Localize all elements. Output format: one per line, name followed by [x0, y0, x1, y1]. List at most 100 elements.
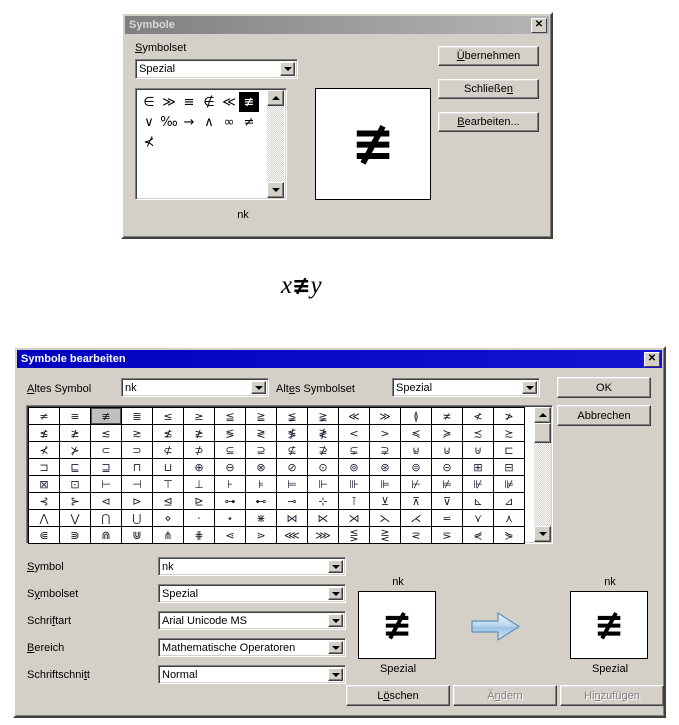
charmap-cell[interactable]: ≱ [60, 425, 90, 441]
charmap-cell[interactable]: ⊔ [153, 459, 183, 475]
symbol-list-cell[interactable]: ≡ [179, 92, 199, 112]
dialog1-titlebar[interactable]: Symbole ✕ [125, 16, 549, 34]
charmap-cell[interactable]: ≢ [91, 408, 121, 424]
scroll-down-button[interactable] [534, 526, 551, 542]
charmap-cell[interactable]: ≤ [153, 408, 183, 424]
charmap-cell[interactable]: ⊤ [153, 476, 183, 492]
charmap-cell[interactable]: ⊐ [29, 459, 59, 475]
charmap-cell[interactable]: ⊡ [60, 476, 90, 492]
charmap-cell[interactable]: ⊷ [246, 493, 276, 509]
charmap-cell[interactable]: ⋞ [463, 527, 493, 543]
scroll-thumb[interactable] [534, 423, 551, 443]
charmap-cell[interactable]: ≽ [432, 425, 462, 441]
charmap-cell[interactable]: ⋔ [153, 527, 183, 543]
charmap-cell[interactable]: ⊃ [122, 442, 152, 458]
charmap-cell[interactable]: ⊖ [215, 459, 245, 475]
chevron-down-icon[interactable] [280, 62, 295, 76]
charmap-cell[interactable]: ⋍ [432, 510, 462, 526]
charmap-cell[interactable]: ≴ [153, 425, 183, 441]
charmap-cell[interactable]: ⊄ [153, 442, 183, 458]
charmap-cell[interactable]: ⊎ [463, 442, 493, 458]
charmap-cell[interactable]: ⋃ [122, 510, 152, 526]
charmap-cell[interactable]: ⋊ [339, 510, 369, 526]
charmap-cell[interactable]: ⋂ [91, 510, 121, 526]
charmap-cell[interactable]: ≡ [60, 408, 90, 424]
chevron-down-icon[interactable] [328, 668, 343, 681]
charmap-cell[interactable]: ⋑ [60, 527, 90, 543]
charmap-cell[interactable]: ≳ [122, 425, 152, 441]
charmap-cell[interactable]: ⊠ [29, 476, 59, 492]
charmap-cell[interactable]: ⊀ [29, 442, 59, 458]
charmap-cell[interactable]: ⋁ [60, 510, 90, 526]
chevron-down-icon[interactable] [328, 587, 343, 600]
charmap-cell[interactable]: ≠ [29, 408, 59, 424]
charmap-scrollbar[interactable] [534, 407, 551, 542]
symbol-list-cell[interactable]: ⊀ [139, 132, 159, 152]
bereich-combo[interactable]: Mathematische Operatoren [158, 638, 346, 657]
charmap-cell[interactable]: ≪ [339, 408, 369, 424]
charmap-box[interactable]: ≠ ≡ ≢ ≣ ≤ ≥ ≦ ≧ ≨ ≩ ≪ ≫ ≬ ≭ ≮ ≯ ≰ ≱ ≲ ≳ ≴ ≵ ≶ ≷ ≸ ≹ < > ≼ ≽ ≾ ≿ ⊀ ⊁ ⊂ ⊃ ⊄ ⊅ ⊆ ⊇… [26, 405, 553, 544]
scroll-down-button[interactable] [267, 182, 284, 198]
charmap-cell[interactable]: ≶ [215, 425, 245, 441]
charmap-cell[interactable]: ⋉ [308, 510, 338, 526]
scroll-track[interactable] [534, 443, 551, 526]
charmap-cell[interactable]: < [339, 425, 369, 441]
bearbeiten-button[interactable]: Bearbeiten... [438, 112, 539, 132]
charmap-cell[interactable]: ⊊ [339, 442, 369, 458]
charmap-cell[interactable]: ⊪ [339, 476, 369, 492]
charmap-cell[interactable]: ⊧ [246, 476, 276, 492]
charmap-cell[interactable]: ⋅ [184, 510, 214, 526]
close-icon[interactable]: ✕ [644, 351, 660, 367]
charmap-cell[interactable]: ⊂ [91, 442, 121, 458]
charmap-grid[interactable]: ≠ ≡ ≢ ≣ ≤ ≥ ≦ ≧ ≨ ≩ ≪ ≫ ≬ ≭ ≮ ≯ ≰ ≱ ≲ ≳ ≴ ≵ ≶ ≷ ≸ ≹ < > ≼ ≽ ≾ ≿ ⊀ ⊁ ⊂ ⊃ ⊄ ⊅ ⊆ ⊇… [28, 407, 525, 544]
charmap-cell[interactable]: ≿ [494, 425, 524, 441]
charmap-cell[interactable]: ≮ [463, 408, 493, 424]
charmap-cell[interactable]: ⊚ [339, 459, 369, 475]
charmap-cell[interactable]: ≾ [463, 425, 493, 441]
charmap-cell[interactable]: ≥ [184, 408, 214, 424]
charmap-cell[interactable]: ⊺ [339, 493, 369, 509]
symbol-list-grid[interactable]: ∈ ≫ ≡ ∉ ≪ ≢ ∨ ‰ → ∧ ∞ ≠ ⊀ [139, 92, 283, 152]
charmap-cell[interactable]: ⊜ [401, 459, 431, 475]
charmap-cell[interactable]: ≸ [277, 425, 307, 441]
charmap-cell[interactable]: ⋝ [432, 527, 462, 543]
charmap-cell[interactable]: ≬ [401, 408, 431, 424]
chevron-down-icon[interactable] [251, 381, 266, 394]
scroll-up-button[interactable] [267, 90, 284, 106]
charmap-cell[interactable]: ⊓ [122, 459, 152, 475]
charmap-cell[interactable]: ≦ [215, 408, 245, 424]
abbrechen-button[interactable]: Abbrechen [557, 405, 651, 426]
charmap-cell[interactable]: ⊘ [277, 459, 307, 475]
charmap-cell[interactable]: ⊞ [463, 459, 493, 475]
chevron-down-icon[interactable] [522, 381, 537, 394]
dialog2-titlebar[interactable]: Symbole bearbeiten ✕ [17, 350, 662, 368]
charmap-cell[interactable]: ⊟ [494, 459, 524, 475]
charmap-cell[interactable]: ⋖ [215, 527, 245, 543]
close-icon[interactable]: ✕ [531, 17, 547, 33]
hinzufuegen-button[interactable]: Hinzufügen [560, 685, 664, 706]
charmap-cell[interactable]: ≫ [370, 408, 400, 424]
charmap-cell[interactable]: ⊦ [215, 476, 245, 492]
charmap-cell[interactable]: ⋌ [401, 510, 431, 526]
chevron-down-icon[interactable] [328, 560, 343, 573]
charmap-cell[interactable]: ⊰ [29, 493, 59, 509]
charmap-cell[interactable]: ⊉ [308, 442, 338, 458]
charmap-cell[interactable]: ⊭ [432, 476, 462, 492]
charmap-cell[interactable]: ⋐ [29, 527, 59, 543]
charmap-cell[interactable]: ⊶ [215, 493, 245, 509]
symbol-list-scrollbar[interactable] [267, 90, 284, 198]
charmap-cell[interactable]: ⊾ [463, 493, 493, 509]
charmap-cell[interactable]: ≧ [246, 408, 276, 424]
charmap-cell[interactable]: ⊙ [308, 459, 338, 475]
charmap-cell[interactable]: ⋙ [308, 527, 338, 543]
altes-symbol-combo[interactable]: nk [121, 378, 269, 397]
charmap-cell[interactable]: ⋘ [277, 527, 307, 543]
charmap-cell[interactable]: ⊻ [370, 493, 400, 509]
symbolset-combo[interactable]: Spezial [135, 59, 298, 79]
charmap-cell[interactable]: ⋚ [339, 527, 369, 543]
charmap-cell[interactable]: > [370, 425, 400, 441]
charmap-cell[interactable]: ⊑ [60, 459, 90, 475]
chevron-down-icon[interactable] [328, 641, 343, 654]
charmap-cell[interactable]: ≣ [122, 408, 152, 424]
ok-button[interactable]: OK [557, 377, 651, 398]
